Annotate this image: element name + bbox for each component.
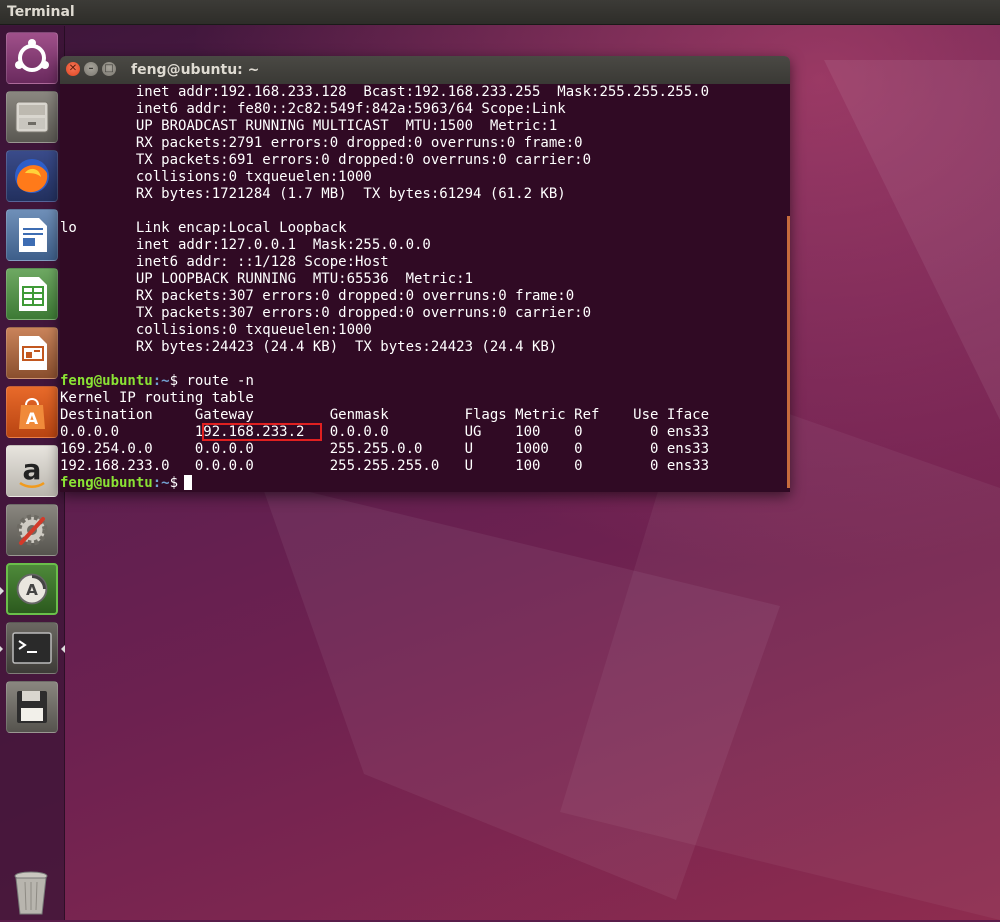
top-panel: Terminal <box>0 0 1000 25</box>
libreoffice-calc-icon[interactable] <box>6 268 58 320</box>
svg-text:a: a <box>23 453 42 486</box>
gateway-highlight-box <box>202 423 322 441</box>
active-indicator-icon <box>0 587 4 595</box>
prompt-sign: $ <box>169 475 179 491</box>
route-row: 192.168.233.0 0.0.0.0 255.255.255.0 U 10… <box>60 458 710 474</box>
command-text: route -n <box>178 373 254 389</box>
svg-text:A: A <box>26 409 39 428</box>
scrollbar[interactable] <box>787 216 790 488</box>
active-app-title: Terminal <box>7 4 75 20</box>
prompt-path: :~ <box>152 373 170 389</box>
terminal-line: collisions:0 txqueuelen:1000 <box>60 322 372 338</box>
terminal-line: TX packets:307 errors:0 dropped:0 overru… <box>60 305 592 321</box>
terminal-line: inet addr:192.168.233.128 Bcast:192.168.… <box>60 84 710 100</box>
save-disk-icon[interactable] <box>6 681 58 733</box>
terminal-line: RX bytes:24423 (24.4 KB) TX bytes:24423 … <box>60 339 558 355</box>
route-row: 169.254.0.0 0.0.0.0 255.255.0.0 U 1000 0… <box>60 441 710 457</box>
terminal-line: inet6 addr: ::1/128 Scope:Host <box>60 254 389 270</box>
terminal-output[interactable]: inet addr:192.168.233.128 Bcast:192.168.… <box>60 84 790 492</box>
ubuntu-software-icon[interactable]: A <box>6 386 58 438</box>
maximize-button[interactable]: □ <box>102 62 116 76</box>
terminal-line: RX packets:2791 errors:0 dropped:0 overr… <box>60 135 583 151</box>
launcher: A a A <box>0 26 65 920</box>
libreoffice-writer-icon[interactable] <box>6 209 58 261</box>
route-table-header: Destination Gateway Genmask Flags Metric… <box>60 407 710 423</box>
running-indicator-icon <box>0 645 3 653</box>
terminal-line: lo Link encap:Local Loopback <box>60 220 347 236</box>
terminal-line: TX packets:691 errors:0 dropped:0 overru… <box>60 152 592 168</box>
ubuntu-dash-icon[interactable] <box>6 32 58 84</box>
terminal-line: RX bytes:1721284 (1.7 MB) TX bytes:61294… <box>60 186 566 202</box>
command-line: feng@ubuntu:~$ route -n <box>60 373 709 390</box>
wallpaper-facet <box>824 60 1000 420</box>
terminal-line: UP LOOPBACK RUNNING MTU:65536 Metric:1 <box>60 271 474 287</box>
text-cursor <box>184 475 193 490</box>
firefox-icon[interactable] <box>6 150 58 202</box>
terminal-line: inet6 addr: fe80::2c82:549f:842a:5963/64… <box>60 101 566 117</box>
system-settings-icon[interactable] <box>6 504 58 556</box>
minimize-button[interactable]: – <box>84 62 98 76</box>
terminal-line: collisions:0 txqueuelen:1000 <box>60 169 372 185</box>
close-button[interactable]: ✕ <box>66 62 80 76</box>
terminal-icon[interactable] <box>0 622 65 674</box>
terminal-line: UP BROADCAST RUNNING MULTICAST MTU:1500 … <box>60 118 558 134</box>
prompt-user: feng@ubuntu <box>60 373 153 389</box>
route-row-default: 0.0.0.0 192.168.233.2 0.0.0.0 UG 100 0 0… <box>60 423 710 441</box>
terminal-titlebar[interactable]: ✕ – □ feng@ubuntu: ~ <box>60 56 790 84</box>
terminal-line: inet addr:127.0.0.1 Mask:255.0.0.0 <box>60 237 431 253</box>
svg-text:A: A <box>26 581 38 599</box>
terminal-line: Kernel IP routing table <box>60 390 254 406</box>
route-row-text: 0.0.0.0 192.168.233.2 0.0.0.0 UG 100 0 0… <box>60 424 710 440</box>
prompt-user: feng@ubuntu <box>60 475 153 491</box>
trash-icon[interactable] <box>6 866 58 918</box>
file-cabinet-icon[interactable] <box>6 91 58 143</box>
focused-indicator-icon <box>61 645 65 653</box>
software-updater-icon[interactable]: A <box>0 563 58 615</box>
terminal-window[interactable]: ✕ – □ feng@ubuntu: ~ inet addr:192.168.2… <box>60 56 790 492</box>
window-title: feng@ubuntu: ~ <box>131 62 260 78</box>
input-prompt-line[interactable]: feng@ubuntu:~$ <box>60 475 709 492</box>
prompt-sign: $ <box>169 373 179 389</box>
terminal-line: RX packets:307 errors:0 dropped:0 overru… <box>60 288 575 304</box>
amazon-icon[interactable]: a <box>6 445 58 497</box>
libreoffice-impress-icon[interactable] <box>6 327 58 379</box>
prompt-path: :~ <box>152 475 170 491</box>
